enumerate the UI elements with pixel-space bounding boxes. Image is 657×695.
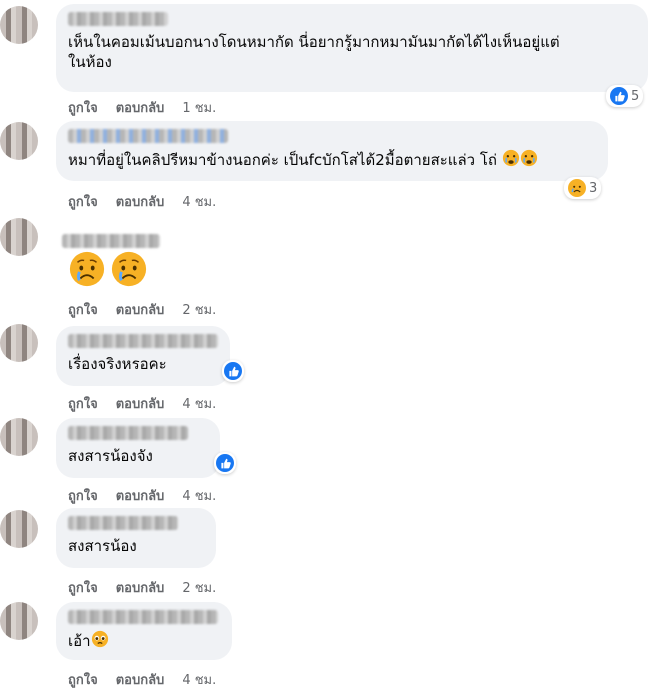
comment-actions: ถูกใจ ตอบกลับ 4 ชม. bbox=[68, 393, 216, 414]
avatar[interactable] bbox=[0, 510, 38, 548]
timestamp[interactable]: 4 ชม. bbox=[182, 393, 216, 414]
comment-actions: ถูกใจ ตอบกลับ 2 ชม. bbox=[68, 299, 216, 320]
comment-bubble: เรื่องจริงหรอคะ bbox=[56, 326, 230, 386]
reaction-summary[interactable] bbox=[222, 360, 244, 382]
reply-link[interactable]: ตอบกลับ bbox=[116, 191, 165, 212]
timestamp[interactable]: 2 ชม. bbox=[182, 299, 216, 320]
reaction-summary[interactable] bbox=[214, 452, 236, 474]
timestamp[interactable]: 4 ชม. bbox=[182, 191, 216, 212]
reply-link[interactable]: ตอบกลับ bbox=[116, 299, 165, 320]
comment-text: เรื่องจริงหรอคะ bbox=[68, 355, 167, 373]
timestamp[interactable]: 4 ชม. bbox=[182, 485, 216, 506]
avatar[interactable] bbox=[0, 218, 38, 256]
like-link[interactable]: ถูกใจ bbox=[68, 577, 98, 598]
avatar[interactable] bbox=[0, 324, 38, 362]
reaction-count: 5 bbox=[631, 88, 640, 104]
reaction-count: 3 bbox=[589, 180, 598, 196]
timestamp[interactable]: 1 ชม. bbox=[182, 97, 216, 118]
like-icon bbox=[224, 362, 242, 380]
avatar[interactable] bbox=[0, 122, 38, 160]
comment-text: เอ้า bbox=[68, 630, 220, 653]
like-link[interactable]: ถูกใจ bbox=[68, 485, 98, 506]
like-link[interactable]: ถูกใจ bbox=[68, 97, 98, 118]
reaction-summary[interactable]: 3 bbox=[564, 177, 602, 199]
sad-icon bbox=[568, 179, 586, 197]
timestamp[interactable]: 4 ชม. bbox=[182, 669, 216, 690]
sad-face-icon bbox=[110, 250, 148, 292]
like-icon bbox=[610, 87, 628, 105]
comment-bubble: เห็นในคอมเม้นบอกนางโดนหมากัด นี่อยากรู้ม… bbox=[56, 4, 648, 92]
crying-face-icon bbox=[520, 149, 538, 172]
like-icon bbox=[216, 454, 234, 472]
comment-bubble: สงสารน้องจัง bbox=[56, 418, 220, 478]
comment-actions: ถูกใจ ตอบกลับ 4 ชม. bbox=[68, 485, 216, 506]
commenter-name-blurred[interactable] bbox=[62, 234, 160, 248]
comment-actions: ถูกใจ ตอบกลับ 4 ชม. bbox=[68, 191, 216, 212]
commenter-name-blurred[interactable] bbox=[68, 610, 218, 624]
commenter-name-blurred[interactable] bbox=[68, 334, 218, 348]
commenter-name-blurred[interactable] bbox=[68, 12, 168, 26]
comment-bubble: เอ้า bbox=[56, 602, 232, 660]
avatar[interactable] bbox=[0, 602, 38, 640]
like-link[interactable]: ถูกใจ bbox=[68, 669, 98, 690]
comment-actions: ถูกใจ ตอบกลับ 2 ชม. bbox=[68, 577, 216, 598]
avatar[interactable] bbox=[0, 418, 38, 456]
reply-link[interactable]: ตอบกลับ bbox=[116, 97, 165, 118]
pleading-face-icon bbox=[91, 630, 109, 653]
commenter-name-blurred[interactable] bbox=[68, 129, 228, 143]
like-link[interactable]: ถูกใจ bbox=[68, 393, 98, 414]
comment-text-line2: ในห้อง bbox=[68, 53, 112, 71]
reply-link[interactable]: ตอบกลับ bbox=[116, 393, 165, 414]
reply-link[interactable]: ตอบกลับ bbox=[116, 485, 165, 506]
comment-actions: ถูกใจ ตอบกลับ 4 ชม. bbox=[68, 669, 216, 690]
commenter-name-blurred[interactable] bbox=[68, 426, 188, 440]
comment-text-body: หมาที่อยู่ในคลิปรีหมาข้างนอกค่ะ เป็นfcบั… bbox=[68, 151, 497, 169]
comment-actions: ถูกใจ ตอบกลับ 1 ชม. bbox=[68, 97, 216, 118]
crying-face-icon bbox=[502, 149, 520, 172]
comment-text: สงสารน้อง bbox=[68, 537, 137, 555]
comment-text: สงสารน้องจัง bbox=[68, 447, 153, 465]
like-link[interactable]: ถูกใจ bbox=[68, 191, 98, 212]
sad-face-icon bbox=[68, 250, 106, 292]
reply-link[interactable]: ตอบกลับ bbox=[116, 577, 165, 598]
reaction-summary[interactable]: 5 bbox=[606, 85, 644, 107]
comment-emoji-row bbox=[68, 250, 148, 292]
comment-text-body: เอ้า bbox=[68, 632, 91, 650]
timestamp[interactable]: 2 ชม. bbox=[182, 577, 216, 598]
comment-text: หมาที่อยู่ในคลิปรีหมาข้างนอกค่ะ เป็นfcบั… bbox=[68, 149, 596, 172]
comment-bubble: สงสารน้อง bbox=[56, 508, 216, 568]
reply-link[interactable]: ตอบกลับ bbox=[116, 669, 165, 690]
comment-text: เห็นในคอมเม้นบอกนางโดนหมากัด นี่อยากรู้ม… bbox=[68, 33, 560, 51]
commenter-name-blurred[interactable] bbox=[68, 516, 178, 530]
avatar[interactable] bbox=[0, 6, 38, 44]
comment-bubble: หมาที่อยู่ในคลิปรีหมาข้างนอกค่ะ เป็นfcบั… bbox=[56, 121, 608, 181]
like-link[interactable]: ถูกใจ bbox=[68, 299, 98, 320]
